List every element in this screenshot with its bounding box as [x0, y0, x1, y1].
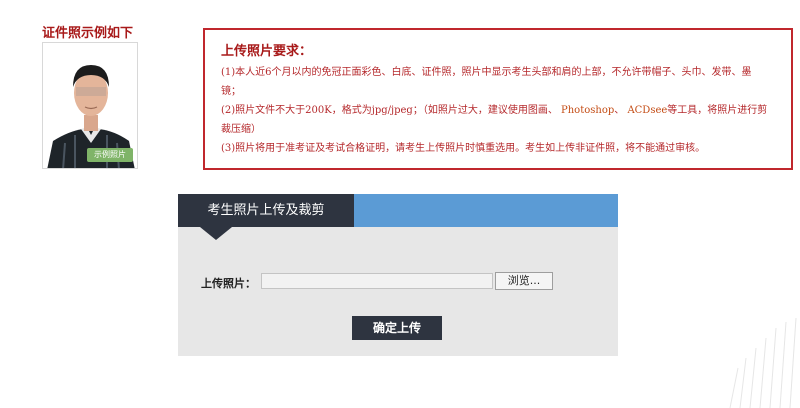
requirement-2-photoshop: Photoshop	[561, 105, 615, 116]
requirements-title: 上传照片要求：	[221, 44, 313, 59]
tab-photo-upload[interactable]: 考生照片上传及裁剪	[178, 194, 354, 227]
upload-panel: 考生照片上传及裁剪 上传照片： 浏览... 确定上传	[178, 194, 618, 356]
requirement-1: (1)本人近6个月以内的免冠正面彩色、白底、证件照，照片中显示考生头部和肩的上部…	[221, 63, 779, 101]
browse-button[interactable]: 浏览...	[495, 272, 553, 290]
requirement-2-text-b: 等工具，将照片进行剪	[667, 105, 768, 116]
decorative-texture	[729, 317, 797, 408]
confirm-upload-button[interactable]: 确定上传	[352, 316, 442, 340]
requirement-2-cont: 裁压缩）	[221, 124, 261, 135]
requirement-1-cont: 镜；	[221, 86, 241, 97]
example-photo: 示例照片	[42, 42, 138, 169]
requirements-box: 上传照片要求： (1)本人近6个月以内的免冠正面彩色、白底、证件照，照片中显示考…	[203, 28, 793, 170]
requirement-2-acdsee: ACDsee	[627, 105, 668, 116]
requirement-2-sep: 、	[614, 105, 625, 116]
upload-photo-label: 上传照片：	[201, 277, 256, 290]
requirement-2: (2)照片文件不大于200K，格式为jpg/jpeg；（如照片过大，建议使用图画…	[221, 101, 779, 139]
requirement-1-text: (1)本人近6个月以内的免冠正面彩色、白底、证件照，照片中显示考生头部和肩的上部…	[221, 67, 752, 78]
requirement-3: (3)照片将用于准考证及考试合格证明，请考生上传照片时慎重选用。考生如上传非证件…	[221, 143, 706, 154]
example-title: 证件照示例如下	[42, 26, 134, 41]
example-photo-tag: 示例照片	[87, 148, 133, 162]
requirement-2-text: (2)照片文件不大于200K，格式为jpg/jpeg；（如照片过大，建议使用图画…	[221, 105, 558, 116]
file-path-input[interactable]	[261, 273, 493, 289]
tab-pointer-icon	[200, 227, 232, 240]
